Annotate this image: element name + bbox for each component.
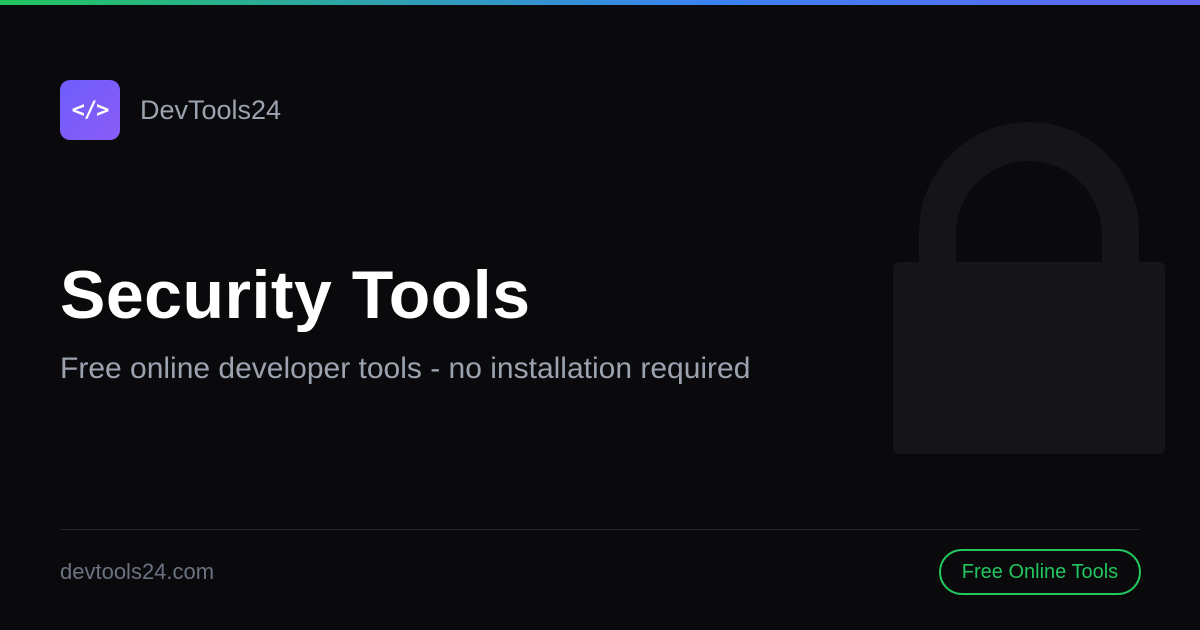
cta-label: Free Online Tools <box>961 560 1119 583</box>
logo-glyph: </> <box>71 97 110 123</box>
page-subtitle: Free online developer tools - no install… <box>60 352 751 385</box>
brand: </> DevTools24 <box>60 80 281 140</box>
lock-icon <box>893 122 1165 454</box>
code-icon: </> <box>60 80 120 140</box>
footer-divider <box>60 529 1140 530</box>
og-card: </> DevTools24 Security Tools Free onlin… <box>0 0 1200 630</box>
site-domain: devtools24.com <box>60 559 215 584</box>
top-gradient-bar <box>0 0 1200 5</box>
page-title: Security Tools <box>60 257 531 333</box>
free-online-tools-button[interactable]: Free Online Tools <box>939 549 1141 595</box>
brand-name: DevTools24 <box>140 94 282 125</box>
